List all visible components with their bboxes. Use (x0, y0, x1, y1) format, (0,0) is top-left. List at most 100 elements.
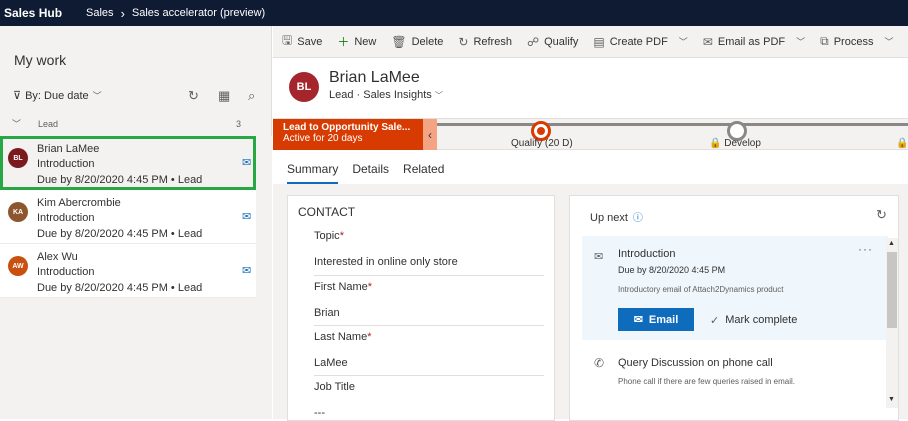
stage-label-develop-group: 🔒 Develop (709, 138, 761, 149)
divider (314, 325, 544, 326)
topic-value: Interested in online only store (314, 256, 458, 268)
stage-track: Qualify (20 D) 🔒 Develop 🔒 (437, 121, 908, 149)
mail-icon: ✉ (702, 34, 713, 49)
mark-complete-label: Mark complete (725, 314, 798, 326)
record-avatar: BL (289, 72, 319, 102)
list-item[interactable]: BL Brian LaMee Introduction Due by 8/20/… (0, 136, 256, 190)
required-marker: * (367, 281, 373, 293)
mail-icon: ✉ (242, 211, 252, 223)
activity-description: Phone call if there are few queries rais… (618, 377, 795, 386)
phone-icon: ✆ (594, 356, 605, 370)
tab-summary[interactable]: Summary (287, 162, 339, 184)
activity-title: Query Discussion on phone call (618, 357, 773, 369)
refresh-icon: ↻ (458, 34, 469, 49)
qualify-icon: ☍ (526, 34, 540, 49)
pdf-icon: ▤ (593, 34, 605, 49)
lock-icon: 🔒 (896, 138, 908, 149)
mark-complete-button[interactable]: ✓ Mark complete (710, 314, 797, 327)
record-form: BL Brian LaMee Lead · Sales Insights ﹀ L… (273, 58, 908, 421)
qualify-button[interactable]: ☍ Qualify (527, 35, 578, 49)
last-name-value: LaMee (314, 357, 348, 369)
topic-field[interactable]: Topic* Interested in online only store (314, 230, 544, 268)
process-button[interactable]: ⧉ Process ﹀ (820, 34, 893, 49)
group-header-lead[interactable]: ﹀ Lead 3 (0, 116, 272, 134)
email-pdf-label: Email as PDF (717, 35, 786, 48)
form-name: Sales Insights (363, 89, 432, 101)
trash-icon: 🗑 (391, 34, 407, 49)
divider (314, 275, 544, 276)
item-due: Due by 8/20/2020 4:45 PM • Lead (37, 228, 203, 240)
avatar: BL (8, 148, 28, 168)
up-next-item[interactable]: ✆ Query Discussion on phone call Phone c… (582, 354, 888, 394)
activity-description: Introductory email of Attach2Dynamics pr… (618, 285, 784, 294)
process-icon: ⧉ (820, 34, 829, 48)
check-icon: ✓ (710, 315, 720, 327)
tab-details[interactable]: Details (352, 162, 389, 184)
item-due: Due by 8/20/2020 4:45 PM • Lead (37, 282, 203, 294)
work-list-pane: My work ⊽ By: Due date ﹀ ↻ ▦ ⌕ ﹀ Lead 3 … (0, 26, 272, 419)
chevron-down-icon: ﹀ (434, 91, 443, 100)
required-marker: * (367, 331, 372, 343)
mail-icon: ✉ (242, 265, 252, 277)
work-list-title: My work (14, 52, 67, 68)
process-name: Lead to Opportunity Sale... (283, 122, 411, 133)
email-button[interactable]: ✉ Email (618, 308, 694, 331)
more-options-icon[interactable]: ··· (858, 242, 873, 256)
up-next-header: Up next ⓘ (590, 209, 643, 224)
plus-icon: ＋ (337, 35, 350, 49)
sort-label: By: Due date (25, 89, 89, 102)
item-subject: Introduction (37, 212, 95, 224)
calendar-icon[interactable]: ▦ (218, 88, 230, 104)
chevron-down-icon: ﹀ (92, 91, 102, 101)
up-next-scrollbar[interactable]: ▲ ▼ (886, 238, 898, 408)
app-name[interactable]: Sales Hub (4, 6, 62, 20)
stage-label-develop: Develop (724, 138, 761, 149)
save-icon: 🖫 (282, 33, 293, 47)
refresh-icon[interactable]: ↻ (876, 207, 887, 223)
item-name: Kim Abercrombie (37, 197, 121, 209)
avatar: KA (8, 202, 28, 222)
activity-due: Due by 8/20/2020 4:45 PM (618, 265, 726, 275)
create-pdf-label: Create PDF (609, 35, 668, 48)
info-icon[interactable]: ⓘ (633, 213, 643, 224)
scroll-up-icon[interactable]: ▲ (888, 240, 895, 247)
list-item[interactable]: KA Kim Abercrombie Introduction Due by 8… (0, 190, 256, 244)
command-bar: 🖫 Save ＋ New 🗑 Delete ↻ Refresh ☍ Qualify ▤ Cr… (273, 26, 908, 58)
chevron-down-icon: ﹀ (678, 37, 688, 47)
last-name-label: Last Name (314, 331, 368, 343)
breadcrumb-area[interactable]: Sales (86, 7, 114, 19)
delete-button[interactable]: 🗑 Delete (391, 35, 443, 49)
scroll-thumb[interactable] (887, 252, 897, 328)
form-selector[interactable]: Sales Insights ﹀ (363, 89, 443, 101)
email-pdf-button[interactable]: ✉ Email as PDF ﹀ (703, 35, 805, 49)
first-name-field[interactable]: First Name* Brian (314, 281, 544, 319)
process-stage-flyout[interactable]: Lead to Opportunity Sale... Active for 2… (273, 119, 423, 150)
new-button[interactable]: ＋ New (337, 33, 376, 50)
refresh-button[interactable]: ↻ Refresh (458, 35, 512, 49)
sort-filter[interactable]: ⊽ By: Due date ﹀ (13, 89, 102, 103)
required-marker: * (339, 230, 344, 242)
list-item[interactable]: AW Alex Wu Introduction Due by 8/20/2020… (0, 244, 256, 298)
chevron-left-icon[interactable]: ‹ (423, 119, 437, 150)
chevron-down-icon: ﹀ (884, 37, 894, 47)
create-pdf-button[interactable]: ▤ Create PDF ﹀ (593, 35, 687, 49)
activity-title: Introduction (618, 248, 676, 260)
save-label: Save (297, 35, 323, 48)
chevron-down-icon: ﹀ (796, 37, 806, 47)
scroll-down-icon[interactable]: ▼ (888, 396, 895, 403)
last-name-field[interactable]: Last Name* LaMee (314, 331, 544, 369)
list-scrollbar[interactable] (256, 136, 272, 419)
search-icon[interactable]: ⌕ (248, 88, 255, 104)
breadcrumb-page[interactable]: Sales accelerator (preview) (132, 7, 265, 19)
chevron-right-icon: › (120, 5, 125, 21)
group-count: 3 (236, 119, 242, 129)
save-button[interactable]: 🖫 Save (282, 31, 322, 52)
item-subject: Introduction (37, 266, 95, 278)
avatar: AW (8, 256, 28, 276)
refresh-icon[interactable]: ↻ (188, 88, 199, 104)
item-name: Brian LaMee (37, 143, 100, 155)
tab-related[interactable]: Related (403, 162, 444, 184)
mail-icon: ✉ (594, 251, 604, 263)
job-title-field[interactable]: Job Title --- (314, 381, 544, 419)
up-next-card[interactable]: ✉ Introduction Due by 8/20/2020 4:45 PM … (582, 236, 888, 340)
